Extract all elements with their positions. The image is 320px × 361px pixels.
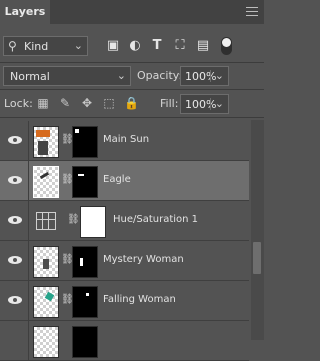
lock-position-icon[interactable]: ✥ bbox=[80, 96, 94, 110]
divider bbox=[0, 117, 264, 118]
layer-name[interactable]: Hue/Saturation 1 bbox=[113, 214, 198, 225]
layer-name[interactable]: Main Sun bbox=[103, 134, 149, 145]
lock-all-icon[interactable]: 🔒 bbox=[124, 96, 139, 110]
filter-kind-label: Kind bbox=[24, 40, 49, 53]
layer-mask-thumbnail[interactable] bbox=[72, 246, 98, 278]
panel-header: Layers bbox=[0, 0, 264, 24]
layer-thumbnail[interactable] bbox=[33, 246, 59, 278]
link-icon[interactable]: ⛓ bbox=[61, 132, 74, 148]
layers-tab[interactable]: Layers bbox=[0, 0, 50, 24]
link-icon[interactable]: ⛓ bbox=[61, 172, 74, 188]
opacity-label: Opacity: bbox=[137, 69, 183, 82]
shape-layer-filter-icon[interactable]: ⛶ bbox=[173, 39, 187, 53]
layer-thumbnail[interactable] bbox=[33, 326, 59, 358]
filter-toggle[interactable] bbox=[221, 37, 232, 55]
adjustment-layer-filter-icon[interactable]: ◐ bbox=[128, 39, 142, 53]
divider bbox=[0, 62, 264, 63]
layer-row-mystery-woman[interactable]: ⛓ Mystery Woman bbox=[0, 241, 249, 281]
blend-row: Normal ⌄ Opacity: 100% ⌄ bbox=[0, 64, 264, 88]
layer-mask-thumbnail[interactable] bbox=[72, 286, 98, 318]
lock-label: Lock: bbox=[4, 97, 33, 110]
layer-row-falling-woman[interactable]: ⛓ Falling Woman bbox=[0, 281, 249, 321]
divider bbox=[28, 321, 29, 361]
opacity-value: 100% bbox=[185, 70, 217, 83]
eye-visibility-icon[interactable] bbox=[8, 213, 22, 227]
search-icon: ⚲ bbox=[8, 39, 17, 53]
filter-kind-select[interactable]: ⚲ Kind ⌄ bbox=[3, 36, 88, 56]
layer-mask-thumbnail[interactable] bbox=[72, 326, 98, 358]
layer-name[interactable]: Mystery Woman bbox=[103, 254, 184, 265]
layer-row-main-sun[interactable]: ⛓ Main Sun bbox=[0, 121, 249, 161]
filter-row: ⚲ Kind ⌄ ▣ ◐ T ⛶ ▤ bbox=[0, 31, 264, 61]
eagle-graphic bbox=[39, 171, 50, 180]
figure-graphic bbox=[43, 259, 49, 269]
divider bbox=[28, 241, 29, 281]
chevron-down-icon: ⌄ bbox=[73, 39, 83, 52]
layer-mask-thumbnail[interactable] bbox=[72, 166, 98, 198]
layer-name[interactable]: Eagle bbox=[103, 174, 131, 185]
layer-mask-thumbnail[interactable] bbox=[80, 206, 106, 238]
layer-row-hue-saturation[interactable]: ⛓ Hue/Saturation 1 bbox=[0, 201, 249, 241]
divider bbox=[28, 201, 29, 241]
layer-row-partial[interactable] bbox=[0, 321, 249, 361]
smart-object-filter-icon[interactable]: ▤ bbox=[196, 39, 210, 53]
layer-thumbnail[interactable] bbox=[33, 126, 59, 158]
fill-label: Fill: bbox=[160, 97, 179, 110]
layer-name[interactable]: Falling Woman bbox=[103, 294, 176, 305]
chevron-down-icon: ⌄ bbox=[116, 69, 126, 82]
eye-visibility-icon[interactable] bbox=[8, 253, 22, 267]
scrollbar[interactable] bbox=[251, 120, 264, 340]
lock-artboard-icon[interactable]: ⬚ bbox=[102, 96, 116, 110]
mask-detail bbox=[80, 258, 83, 266]
layer-mask-thumbnail[interactable] bbox=[72, 126, 98, 158]
layer-row-eagle[interactable]: ⛓ Eagle bbox=[0, 161, 249, 201]
fill-value: 100% bbox=[185, 98, 217, 111]
mask-detail bbox=[78, 174, 84, 176]
divider bbox=[28, 161, 29, 201]
type-layer-filter-icon[interactable]: T bbox=[150, 39, 164, 53]
sun-graphic bbox=[36, 130, 50, 137]
layer-thumbnail[interactable] bbox=[33, 286, 59, 318]
mask-detail bbox=[86, 293, 89, 296]
blend-mode-value: Normal bbox=[10, 70, 50, 83]
figure-graphic bbox=[38, 141, 48, 155]
eye-visibility-icon[interactable] bbox=[8, 293, 22, 307]
lock-row: Lock: ▦ ✎ ✥ ⬚ 🔒 Fill: 100% ⌄ bbox=[0, 92, 264, 116]
figure-graphic bbox=[44, 291, 55, 302]
lock-transparent-pixels-icon[interactable]: ▦ bbox=[36, 96, 50, 110]
divider bbox=[28, 121, 29, 161]
eye-visibility-icon[interactable] bbox=[8, 133, 22, 147]
opacity-field[interactable]: 100% ⌄ bbox=[180, 66, 229, 86]
divider bbox=[210, 70, 211, 82]
mask-detail bbox=[75, 129, 79, 133]
fill-field[interactable]: 100% ⌄ bbox=[180, 94, 229, 114]
link-icon[interactable]: ⛓ bbox=[61, 252, 74, 268]
pixel-layer-filter-icon[interactable]: ▣ bbox=[106, 39, 120, 53]
layer-thumbnail[interactable] bbox=[33, 166, 59, 198]
scrollbar-thumb[interactable] bbox=[253, 242, 261, 274]
hue-saturation-adjustment-icon[interactable] bbox=[36, 212, 56, 230]
link-icon[interactable]: ⛓ bbox=[67, 212, 80, 228]
panel-menu-icon[interactable] bbox=[246, 7, 258, 17]
divider bbox=[210, 98, 211, 110]
blend-mode-select[interactable]: Normal ⌄ bbox=[3, 66, 131, 86]
link-icon[interactable]: ⛓ bbox=[61, 292, 74, 308]
lock-image-pixels-icon[interactable]: ✎ bbox=[58, 96, 72, 110]
divider bbox=[0, 89, 264, 90]
eye-visibility-icon[interactable] bbox=[8, 173, 22, 187]
chevron-down-icon[interactable]: ⌄ bbox=[215, 69, 224, 82]
chevron-down-icon[interactable]: ⌄ bbox=[215, 97, 224, 110]
divider bbox=[28, 281, 29, 321]
